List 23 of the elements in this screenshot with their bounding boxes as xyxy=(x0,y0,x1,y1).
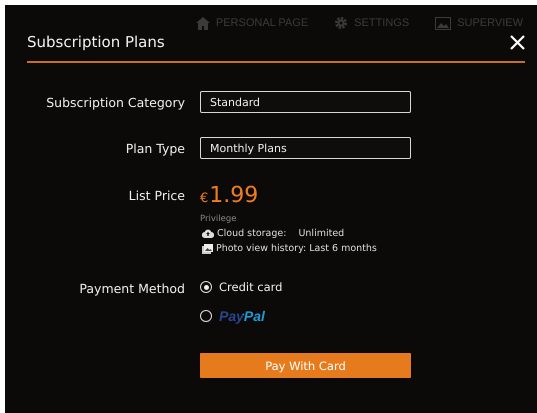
paypal-logo: PayPal xyxy=(219,308,265,324)
text-field[interactable]: Monthly Plans xyxy=(200,137,411,159)
privilege-text: Photo view history: Last 6 months xyxy=(216,243,377,254)
text-field[interactable]: Standard xyxy=(200,91,411,113)
privilege-heading: Privilege xyxy=(200,214,238,224)
image-icon xyxy=(435,16,452,30)
field-label: List Price xyxy=(128,188,186,203)
cloud-upload-icon xyxy=(202,229,214,238)
dialog-title: Subscription Plans xyxy=(27,33,165,51)
radio-button[interactable] xyxy=(200,281,212,293)
gear-icon xyxy=(334,16,348,30)
field-label: Subscription Category xyxy=(45,94,186,110)
close-icon[interactable] xyxy=(510,34,525,50)
radio-button[interactable] xyxy=(200,310,212,322)
list-price: €1.99 xyxy=(200,183,258,208)
field-label: Plan Type xyxy=(124,140,186,156)
photo-album-icon xyxy=(202,244,213,254)
pay-button[interactable]: Pay With Card xyxy=(200,353,411,378)
home-icon xyxy=(196,16,210,30)
field-label: Payment Method xyxy=(78,280,186,296)
privilege-text: Cloud storage: xyxy=(217,228,286,239)
privilege-value: Unlimited xyxy=(298,228,344,239)
radio-label: Credit card xyxy=(219,280,282,294)
